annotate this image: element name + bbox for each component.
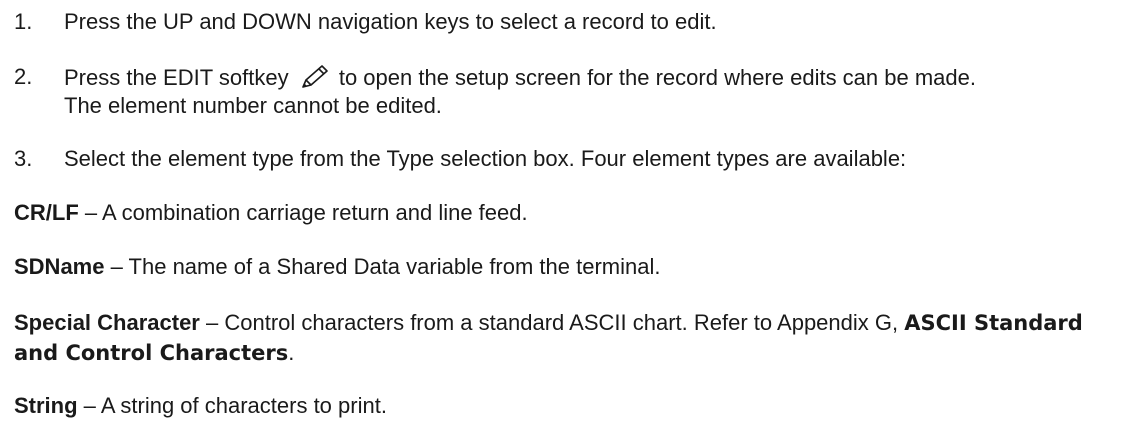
definition-term: CR/LF [14, 200, 79, 225]
document-page: 1. Press the UP and DOWN navigation keys… [0, 0, 1134, 427]
step-2: 2. Press the EDIT softkey to open the se… [14, 63, 1126, 120]
definition-term: SDName [14, 254, 105, 279]
definition-trailing: . [288, 340, 295, 365]
definition-crlf: CR/LF – A combination carriage return an… [14, 199, 1126, 227]
step-3: 3. Select the element type from the Type… [14, 145, 1126, 173]
definition-sdname: SDName – The name of a Shared Data varia… [14, 253, 1126, 281]
definition-separator: – [77, 393, 101, 418]
pencil-icon [297, 63, 331, 91]
definition-term: String [14, 393, 78, 418]
step-number: 3. [14, 146, 33, 171]
definition-description: Control characters from a standard ASCII… [224, 310, 905, 335]
definition-description: A string of characters to print. [100, 393, 387, 418]
definition-string: String – A string of characters to print… [14, 392, 1126, 420]
step-text-continued: to open the setup screen for the record … [338, 65, 976, 90]
definition-separator: – [199, 310, 225, 335]
definition-separator: – [78, 200, 103, 225]
step-1: 1. Press the UP and DOWN navigation keys… [14, 8, 1126, 36]
definition-special-character: Special Character – Control characters f… [14, 308, 1126, 368]
definition-description: A combination carriage return and line f… [102, 200, 528, 225]
step-text: Press the UP and DOWN navigation keys to… [64, 9, 717, 34]
step-text: Select the element type from the Type se… [64, 146, 907, 171]
step-number: 2. [14, 64, 33, 89]
definition-term: Special Character [14, 310, 200, 335]
step-text: Press the EDIT softkey [64, 65, 289, 90]
definition-separator: – [104, 254, 129, 279]
step-text-line2: The element number cannot be edited. [64, 93, 442, 118]
definition-description: The name of a Shared Data variable from … [128, 254, 661, 279]
step-number: 1. [14, 9, 33, 34]
